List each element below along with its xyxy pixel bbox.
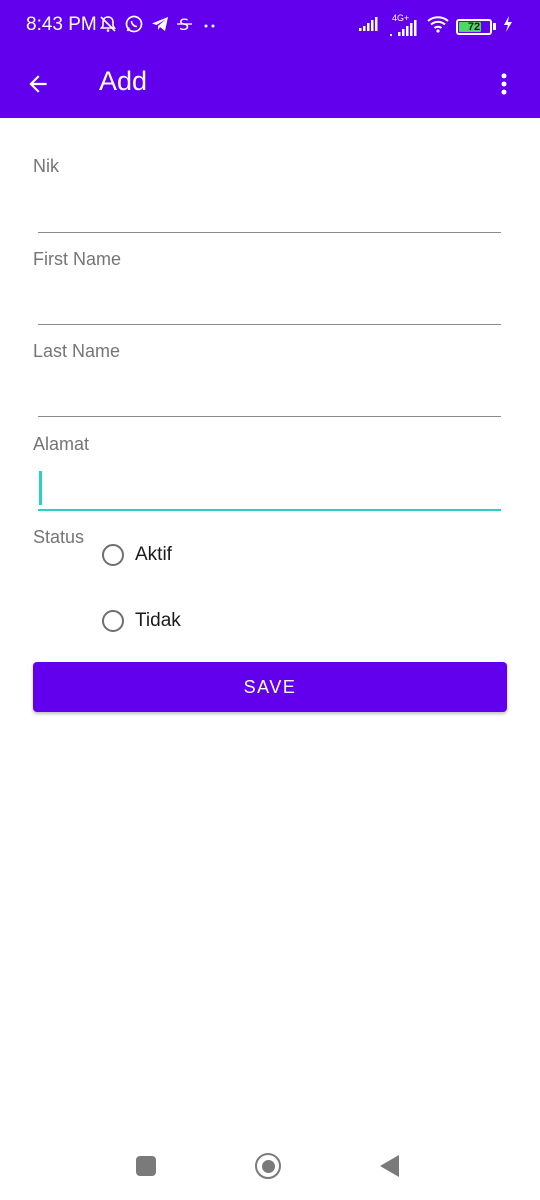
arrow-back-icon [29,75,47,93]
whatsapp-icon [124,14,144,39]
home-icon[interactable] [255,1153,281,1179]
status-bar: 8:43 PM S 4G+ 72 [0,0,540,52]
first-name-input[interactable] [38,285,501,325]
wifi-icon [426,14,450,39]
more-vert-icon [501,73,507,95]
signal-icon [358,15,380,38]
s-app-icon: S [176,14,194,39]
last-name-input[interactable] [38,377,501,417]
first-name-label: First Name [33,249,122,269]
alamat-label: Alamat [33,434,90,454]
radio-aktif[interactable]: Aktif [102,540,172,570]
radio-tidak[interactable]: Tidak [102,606,181,636]
radio-tidak-label: Tidak [135,610,181,631]
last-name-label: Last Name [33,341,121,361]
recents-icon[interactable] [136,1156,156,1176]
text-cursor [39,471,42,505]
more-notifications-icon [200,14,220,39]
nik-input[interactable] [38,193,501,233]
battery-level: 72 [467,20,481,33]
radio-unchecked-icon [102,544,124,566]
app-bar: 8:43 PM S 4G+ 72 Add [0,0,540,118]
mute-icon [98,14,118,39]
save-button[interactable]: SAVE [33,662,507,712]
status-label: Status [33,527,85,547]
back-icon[interactable] [380,1155,399,1177]
back-button[interactable] [16,62,60,106]
toolbar: Add [0,52,540,118]
status-left-icons: S [98,14,220,39]
alamat-input[interactable] [38,471,501,511]
overflow-menu-button[interactable] [482,62,526,106]
status-time: 8:43 PM [26,14,97,35]
radio-unchecked-icon [102,610,124,632]
charging-icon [502,15,514,38]
telegram-icon [150,14,170,39]
page-title: Add [99,66,148,96]
battery-icon: 72 [456,18,496,35]
nik-label: Nik [33,156,59,176]
signal-4g-icon: 4G+ [386,13,420,38]
radio-aktif-label: Aktif [135,544,172,565]
status-right-icons: 4G+ 72 [358,13,514,39]
system-nav-bar [0,1130,540,1200]
